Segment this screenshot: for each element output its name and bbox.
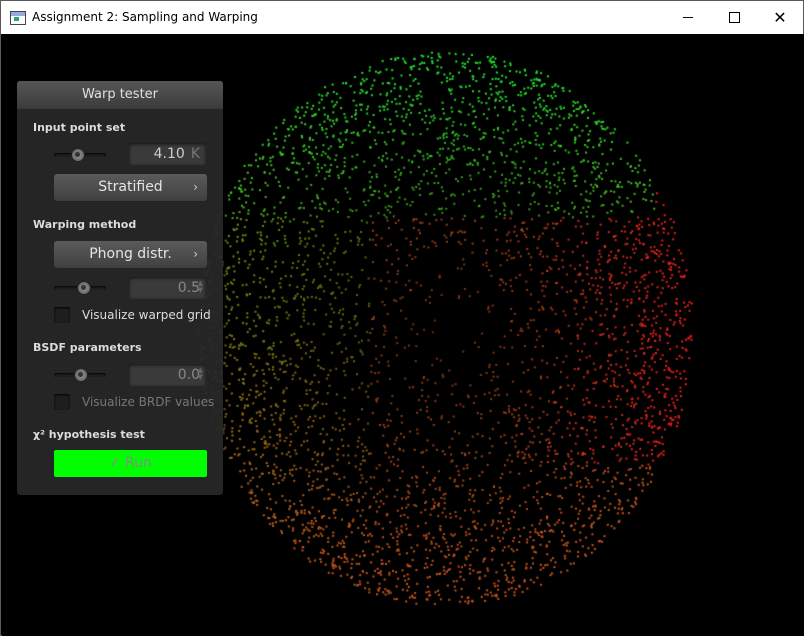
chi2-test-label: χ² hypothesis test <box>33 428 145 441</box>
warping-method-label: Warping method <box>33 218 137 231</box>
app-window: Assignment 2: Sampling and Warping ✕ War… <box>0 0 804 636</box>
warp-param-slider[interactable] <box>54 281 106 295</box>
point-type-dropdown[interactable]: Stratified › <box>54 174 207 201</box>
point-count-field[interactable]: 4.10 K <box>129 143 206 165</box>
point-count-unit: K <box>190 146 200 162</box>
maximize-button[interactable] <box>711 1 757 34</box>
bsdf-param-field[interactable]: 0.0 ▲ ▼ <box>129 364 206 386</box>
spinner-icon[interactable]: ▲ ▼ <box>198 280 203 294</box>
panel-title[interactable]: Warp tester <box>17 81 223 109</box>
point-count-slider-knob[interactable] <box>71 148 86 162</box>
visualize-brdf-label[interactable]: Visualize BRDF values <box>82 395 214 409</box>
warp-param-slider-knob[interactable] <box>76 281 91 295</box>
bsdf-parameters-label: BSDF parameters <box>33 341 142 354</box>
bsdf-param-slider[interactable] <box>54 368 106 382</box>
chevron-right-icon: › <box>193 180 198 194</box>
point-type-label: Stratified <box>98 179 163 195</box>
window-title: Assignment 2: Sampling and Warping <box>32 10 258 24</box>
bsdf-param-slider-knob[interactable] <box>74 368 88 382</box>
point-count-value: 4.10 <box>153 146 185 162</box>
spinner-icon[interactable]: ▲ ▼ <box>198 367 203 381</box>
point-cloud-viewport[interactable]: Warp tester Input point set 4.10 K Strati… <box>2 34 804 636</box>
close-icon: ✕ <box>773 8 787 27</box>
visualize-grid-label[interactable]: Visualize warped grid <box>82 308 211 322</box>
app-icon <box>10 11 26 25</box>
title-bar[interactable]: Assignment 2: Sampling and Warping ✕ <box>1 1 803 34</box>
maximize-icon <box>728 11 740 23</box>
point-count-slider[interactable] <box>54 148 106 162</box>
run-test-button[interactable]: ✓ Run <box>54 450 207 477</box>
visualize-grid-checkbox[interactable] <box>54 307 70 323</box>
warp-tester-panel[interactable]: Warp tester Input point set 4.10 K Strati… <box>17 81 223 495</box>
visualize-brdf-checkbox[interactable] <box>54 394 70 410</box>
minimize-icon <box>683 16 693 18</box>
minimize-button[interactable] <box>665 1 711 34</box>
warp-method-value: Phong distr. <box>89 246 172 262</box>
warp-method-dropdown[interactable]: Phong distr. › <box>54 241 207 268</box>
chevron-right-icon: › <box>193 247 198 261</box>
input-point-set-label: Input point set <box>33 121 126 134</box>
warp-param-field[interactable]: 0.5 ▲ ▼ <box>129 277 206 299</box>
close-button[interactable]: ✕ <box>757 1 803 34</box>
